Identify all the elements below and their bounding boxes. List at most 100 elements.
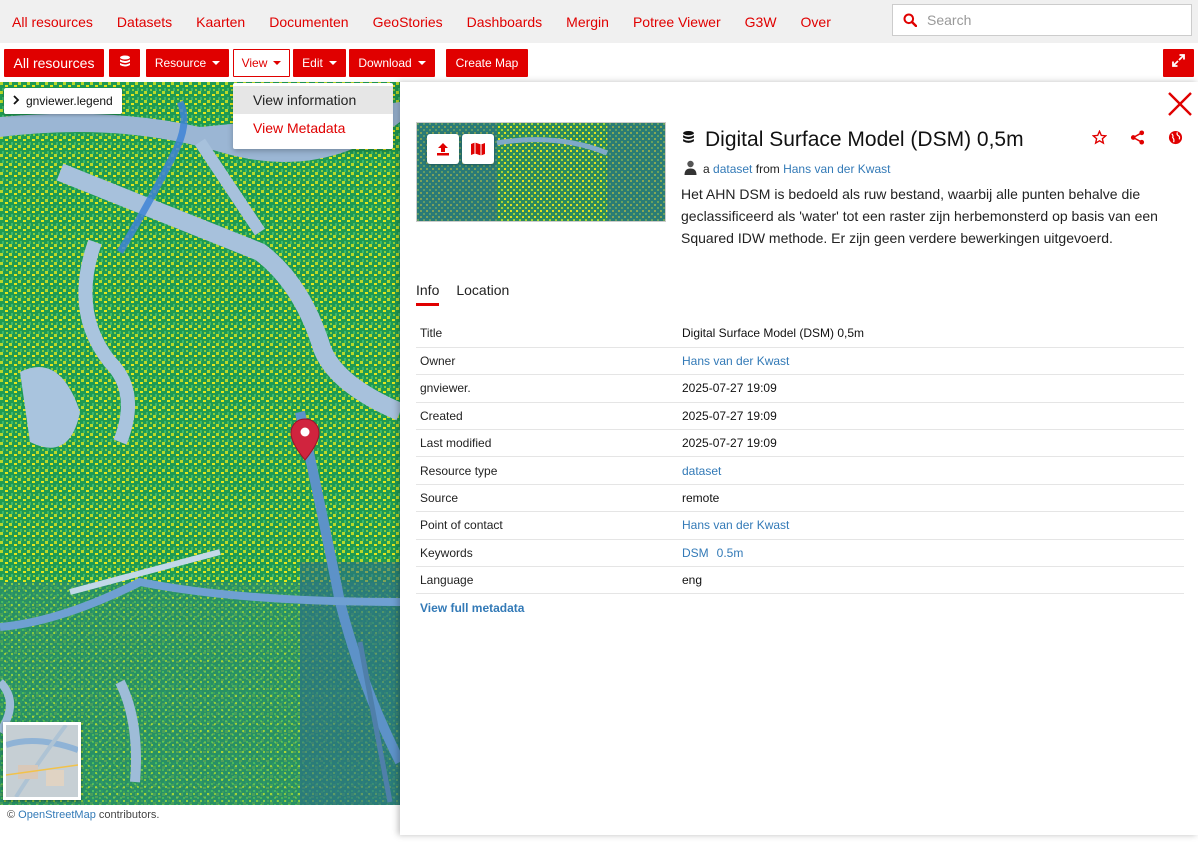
- table-row: Keywords DSM 0.5m: [416, 539, 1184, 568]
- map-marker-icon[interactable]: [289, 418, 321, 462]
- nav-link-documenten[interactable]: Documenten: [257, 14, 360, 30]
- nav-link-over[interactable]: Over: [789, 14, 843, 30]
- database-button[interactable]: [109, 49, 140, 77]
- menu-item-view-information[interactable]: View information: [233, 86, 393, 114]
- map-thumbnail-button[interactable]: [462, 134, 494, 164]
- nav-link-datasets[interactable]: Datasets: [105, 14, 184, 30]
- map-viewer[interactable]: [0, 82, 400, 805]
- favorite-button[interactable]: [1080, 130, 1118, 145]
- table-row: Title Digital Surface Model (DSM) 0,5m: [416, 320, 1184, 348]
- nav-link-geostories[interactable]: GeoStories: [361, 14, 455, 30]
- nav-link-all-resources[interactable]: All resources: [0, 14, 105, 30]
- info-key: Created: [416, 402, 678, 431]
- tab-location[interactable]: Location: [456, 282, 509, 306]
- legend-toggle[interactable]: gnviewer.legend: [4, 88, 122, 114]
- upload-thumbnail-button[interactable]: [427, 134, 459, 164]
- map-attribution: © OpenStreetMap contributors.: [0, 805, 400, 843]
- detail-tabs: Info Location: [416, 282, 526, 306]
- resource-menu-button[interactable]: Resource: [146, 49, 229, 77]
- attribution-suffix: contributors.: [98, 809, 160, 821]
- globe-icon: [1168, 130, 1182, 145]
- info-value: eng: [678, 566, 1184, 595]
- close-icon: [1168, 92, 1192, 116]
- resource-byline: a dataset from Hans van der Kwast: [684, 160, 890, 178]
- nav-link-kaarten[interactable]: Kaarten: [184, 14, 257, 30]
- search-icon[interactable]: [893, 5, 927, 35]
- info-value: remote: [678, 484, 1184, 513]
- info-key: Title: [416, 320, 678, 348]
- resource-description: Het AHN DSM is bedoeld als ruw bestand, …: [681, 186, 1158, 246]
- nav-links: All resources Datasets Kaarten Documente…: [0, 0, 843, 43]
- upload-icon: [437, 143, 449, 156]
- download-menu-button[interactable]: Download: [349, 49, 435, 77]
- info-key: Keywords: [416, 539, 678, 568]
- resource-title-row: Digital Surface Model (DSM) 0,5m: [682, 128, 1024, 152]
- menu-item-view-metadata[interactable]: View Metadata: [233, 114, 393, 142]
- nav-link-dashboards[interactable]: Dashboards: [455, 14, 555, 30]
- info-value: 2025-07-27 19:09: [678, 429, 1184, 458]
- create-map-button[interactable]: Create Map: [446, 49, 528, 77]
- search-box: [892, 4, 1192, 36]
- byline-article: a: [703, 162, 710, 176]
- chevron-right-icon: [12, 94, 20, 108]
- nav-link-g3w[interactable]: G3W: [733, 14, 789, 30]
- osm-link[interactable]: OpenStreetMap: [18, 809, 96, 821]
- info-table: Title Digital Surface Model (DSM) 0,5m O…: [416, 320, 1184, 595]
- globe-button[interactable]: [1156, 130, 1194, 145]
- table-row: Resource type dataset: [416, 456, 1184, 485]
- view-full-metadata-link[interactable]: View full metadata: [420, 601, 524, 615]
- info-key: gnviewer.: [416, 374, 678, 403]
- raster-map[interactable]: [0, 82, 400, 805]
- resource-actions: [1080, 130, 1194, 145]
- resource-type-link[interactable]: dataset: [713, 162, 752, 176]
- search-input[interactable]: [927, 12, 1177, 28]
- info-value: 2025-07-27 19:09: [678, 374, 1184, 403]
- create-map-label: Create Map: [455, 56, 519, 70]
- caret-down-icon: [273, 61, 282, 65]
- owner-link[interactable]: Hans van der Kwast: [783, 162, 890, 176]
- resource-detail-panel: Digital Surface Model (DSM) 0,5m a datas…: [400, 82, 1198, 835]
- star-icon: [1091, 130, 1107, 145]
- table-row: Owner Hans van der Kwast: [416, 347, 1184, 376]
- legend-label: gnviewer.legend: [26, 94, 113, 108]
- resource-title: Digital Surface Model (DSM) 0,5m: [705, 128, 1024, 151]
- all-resources-button[interactable]: All resources: [4, 49, 104, 77]
- download-menu-label: Download: [358, 56, 412, 70]
- share-button[interactable]: [1118, 130, 1156, 145]
- info-key: Resource type: [416, 456, 678, 485]
- table-row: Source remote: [416, 484, 1184, 513]
- nav-link-mergin[interactable]: Mergin: [554, 14, 621, 30]
- view-menu-button[interactable]: View: [233, 49, 290, 77]
- close-panel-button[interactable]: [1166, 90, 1194, 118]
- overview-minimap[interactable]: [3, 722, 81, 800]
- info-value: 2025-07-27 19:09: [678, 402, 1184, 431]
- user-icon: [684, 160, 697, 178]
- caret-down-icon: [328, 61, 337, 65]
- info-key: Language: [416, 566, 678, 595]
- table-row: Point of contact Hans van der Kwast: [416, 511, 1184, 540]
- keyword-link[interactable]: 0.5m: [717, 546, 744, 560]
- fullscreen-button[interactable]: [1163, 49, 1194, 77]
- top-navigation: All resources Datasets Kaarten Documente…: [0, 0, 1198, 43]
- byline-from: from: [755, 162, 780, 176]
- attribution-prefix: ©: [7, 809, 16, 821]
- info-value: Digital Surface Model (DSM) 0,5m: [678, 320, 1184, 348]
- resource-menu-label: Resource: [154, 56, 207, 70]
- point-of-contact-link[interactable]: Hans van der Kwast: [682, 518, 789, 532]
- resource-type-link[interactable]: dataset: [682, 464, 721, 478]
- keyword-link[interactable]: DSM: [682, 546, 709, 560]
- share-icon: [1130, 130, 1144, 145]
- info-key: Source: [416, 484, 678, 513]
- tab-info[interactable]: Info: [416, 282, 440, 306]
- caret-down-icon: [212, 61, 221, 65]
- resource-toolbar: All resources Resource View Edit Downloa…: [0, 43, 1198, 82]
- info-key: Last modified: [416, 429, 678, 458]
- nav-link-potree-viewer[interactable]: Potree Viewer: [621, 14, 733, 30]
- resource-thumbnail: [416, 122, 666, 222]
- expand-icon: [1172, 54, 1185, 72]
- table-row: Language eng: [416, 566, 1184, 595]
- edit-menu-button[interactable]: Edit: [293, 49, 346, 77]
- owner-link[interactable]: Hans van der Kwast: [682, 354, 789, 368]
- table-row: gnviewer. 2025-07-27 19:09: [416, 374, 1184, 403]
- view-dropdown-menu: View information View Metadata: [233, 83, 393, 149]
